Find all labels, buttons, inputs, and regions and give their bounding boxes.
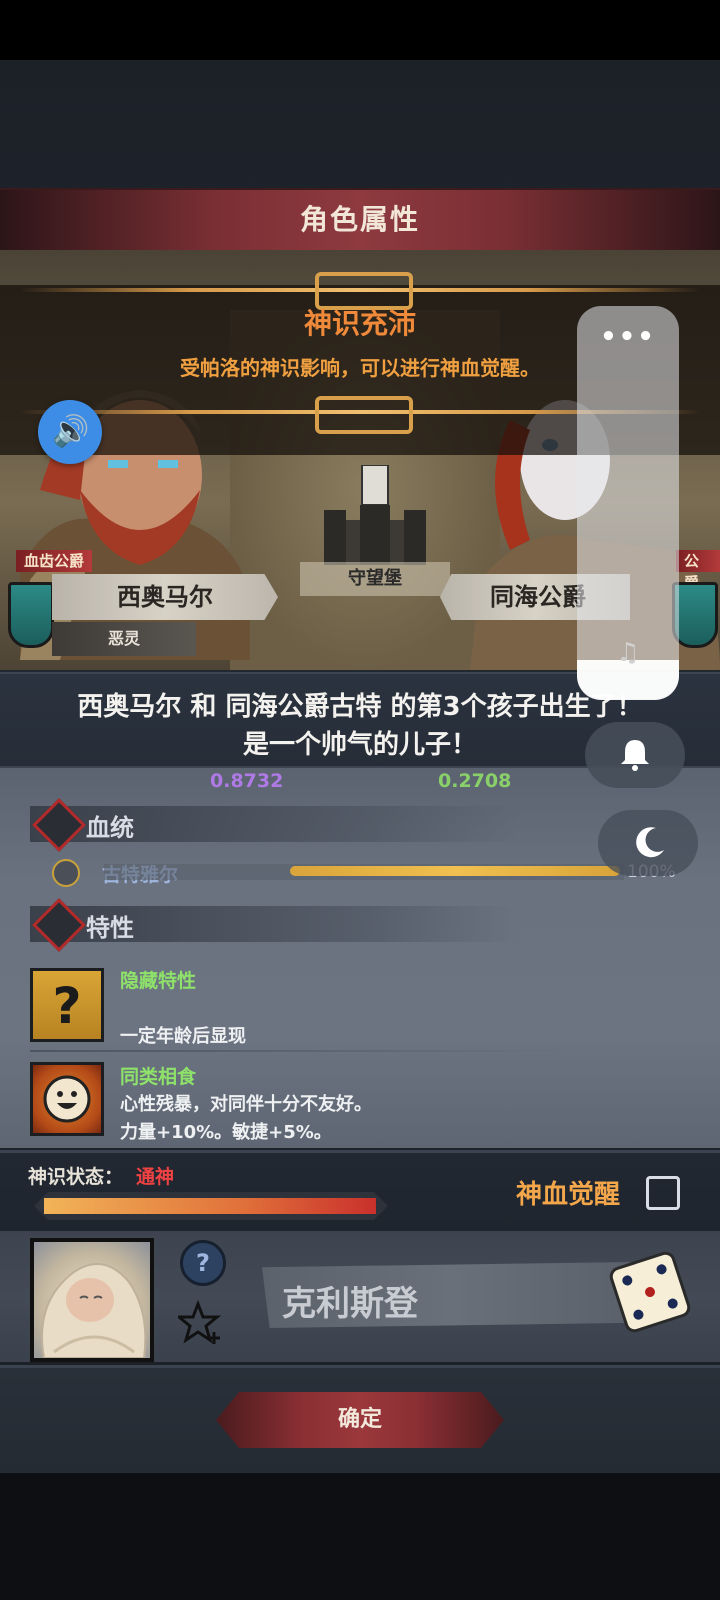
name-input-value[interactable]: 克利斯登 bbox=[282, 1276, 418, 1325]
smiling-face-icon[interactable] bbox=[30, 1062, 104, 1136]
awaken-checkbox[interactable] bbox=[646, 1176, 680, 1210]
newborn-portrait bbox=[30, 1238, 154, 1362]
left-crest-icon bbox=[8, 582, 54, 648]
awaken-label[interactable]: 神血觉醒 bbox=[516, 1174, 620, 1211]
trait-description: 一定年龄后显现 bbox=[120, 1026, 246, 1047]
dialog-title: 角色属性 bbox=[299, 203, 420, 236]
left-character-trait: 恶灵 bbox=[52, 622, 196, 656]
question-mark-icon[interactable]: ? bbox=[30, 968, 104, 1042]
trait-name: 隐藏特性 bbox=[120, 970, 197, 992]
bell-icon bbox=[615, 734, 655, 774]
trait-description: 力量+10%。敏捷+5%。 bbox=[120, 1122, 332, 1143]
divine-status-label: 神识状态： bbox=[28, 1166, 124, 1188]
left-character-name: 西奥马尔 bbox=[52, 574, 278, 620]
svg-text:?: ? bbox=[52, 977, 81, 1035]
traits-section-label: 特性 bbox=[86, 914, 134, 942]
castle-icon bbox=[320, 464, 430, 565]
add-favorite-star-icon[interactable] bbox=[174, 1299, 224, 1346]
confirm-button[interactable]: 确定 bbox=[216, 1392, 504, 1448]
lineage-section-label: 血统 bbox=[86, 814, 134, 842]
right-character-title: 公爵 bbox=[676, 550, 720, 592]
knot-ornament-icon bbox=[315, 396, 413, 434]
status-bar-area bbox=[0, 0, 720, 60]
bottom-area bbox=[0, 1470, 720, 1600]
divider bbox=[30, 1050, 570, 1052]
divine-status-value: 通神 bbox=[136, 1166, 175, 1188]
music-icon[interactable]: ♫ bbox=[613, 638, 643, 668]
clan-emblem-icon bbox=[52, 859, 80, 887]
location-label: 守望堡 bbox=[300, 562, 450, 596]
moon-icon bbox=[630, 822, 670, 862]
left-character-title: 血齿公爵 bbox=[16, 550, 93, 572]
help-button[interactable]: ? bbox=[180, 1240, 226, 1286]
right-stat-value: 0.2708 bbox=[438, 770, 512, 792]
left-stat-value: 0.8732 bbox=[210, 770, 284, 792]
trait-description: 心性残暴，对同伴十分不友好。 bbox=[120, 1094, 372, 1115]
trait-name: 同类相食 bbox=[120, 1066, 197, 1088]
lineage-progress-bar bbox=[290, 866, 620, 876]
more-options-icon[interactable]: ••• bbox=[577, 322, 679, 352]
divine-progress-bar bbox=[44, 1198, 376, 1214]
speaker-icon: 🔊 bbox=[52, 414, 90, 449]
